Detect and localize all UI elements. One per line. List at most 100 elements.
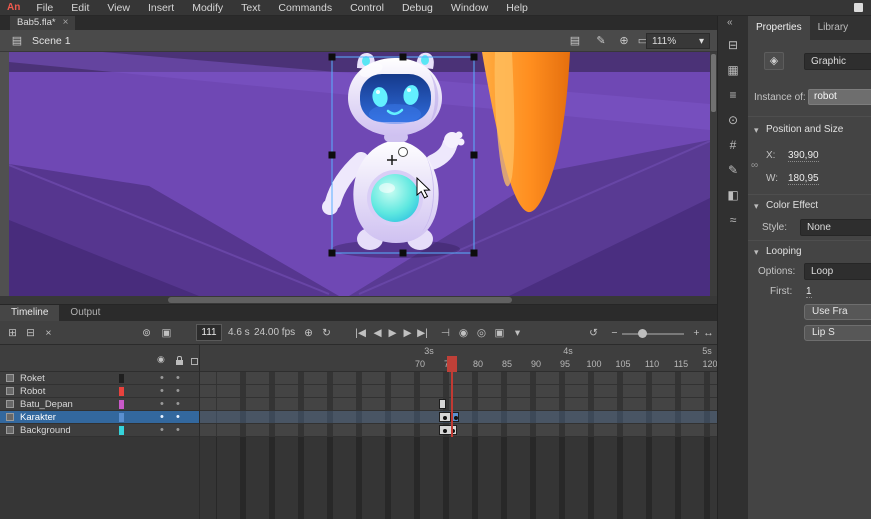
- x-value[interactable]: 390,90: [788, 150, 819, 162]
- playhead-line[interactable]: [451, 372, 453, 437]
- menu-text[interactable]: Text: [232, 0, 269, 16]
- stage-vertical-scrollbar-thumb[interactable]: [711, 54, 716, 112]
- stage-pasteboard[interactable]: [0, 52, 717, 296]
- dock-properties-icon[interactable]: ⊟: [724, 36, 742, 54]
- style-dropdown[interactable]: None: [800, 219, 871, 236]
- menu-control[interactable]: Control: [341, 0, 393, 16]
- menu-edit[interactable]: Edit: [62, 0, 98, 16]
- center-stage-icon[interactable]: ⊕: [615, 33, 633, 49]
- edit-scene-icon[interactable]: ▤: [566, 33, 584, 49]
- layer-row-batu-depan[interactable]: Batu_Depan: [0, 398, 199, 411]
- first-frame-value[interactable]: 1: [806, 286, 812, 298]
- timeline-zoom-out-button[interactable]: −: [606, 324, 623, 342]
- onion-markers-button[interactable]: ⊣: [437, 324, 454, 342]
- onion-outline-button[interactable]: ◎: [473, 324, 490, 342]
- layer-lock-dot[interactable]: [176, 411, 180, 424]
- document-tab-close-icon[interactable]: ×: [63, 16, 69, 30]
- timeline-ruler[interactable]: 3s 4s 5s 6s 70 75 80 85 90 95 100 105 11…: [200, 345, 717, 372]
- menu-debug[interactable]: Debug: [393, 0, 442, 16]
- layer-visibility-dot[interactable]: [160, 372, 164, 385]
- tab-timeline[interactable]: Timeline: [0, 305, 59, 321]
- layer-color-swatch[interactable]: [119, 400, 124, 409]
- frames-row-robot[interactable]: [200, 385, 717, 398]
- menu-commands[interactable]: Commands: [269, 0, 341, 16]
- dock-align-icon[interactable]: ≡: [724, 86, 742, 104]
- add-camera-button[interactable]: ⊚: [138, 324, 155, 342]
- link-proportions-icon[interactable]: ∞: [751, 160, 758, 171]
- outline-color-icon[interactable]: [191, 358, 198, 365]
- timeline-zoom-slider-thumb[interactable]: [638, 329, 647, 338]
- keyframe-marker[interactable]: [439, 425, 457, 435]
- layer-color-swatch[interactable]: [119, 387, 124, 396]
- dock-brush-icon[interactable]: ✎: [724, 161, 742, 179]
- layer-lock-dot[interactable]: [176, 372, 180, 385]
- lip-sync-button[interactable]: Lip S: [804, 325, 871, 341]
- reset-timeline-zoom-button[interactable]: ↺: [585, 324, 602, 342]
- instance-name-field[interactable]: robot: [808, 89, 871, 105]
- new-folder-button[interactable]: ⊟: [22, 324, 39, 342]
- tab-output[interactable]: Output: [59, 305, 111, 321]
- tab-library[interactable]: Library: [810, 16, 857, 40]
- layer-color-swatch[interactable]: [119, 426, 124, 435]
- stage-horizontal-scrollbar-thumb[interactable]: [168, 297, 512, 303]
- layer-lock-dot[interactable]: [176, 385, 180, 398]
- layer-color-swatch[interactable]: [119, 374, 124, 383]
- loop-button[interactable]: ↻: [318, 324, 335, 342]
- menu-insert[interactable]: Insert: [139, 0, 183, 16]
- layer-visibility-dot[interactable]: [160, 398, 164, 411]
- collapse-panels-icon[interactable]: «: [727, 17, 733, 28]
- delete-layer-button[interactable]: ×: [40, 324, 57, 342]
- dock-swatches-icon[interactable]: ◧: [724, 186, 742, 204]
- frames-row-background[interactable]: [200, 424, 717, 437]
- layer-lock-dot[interactable]: [176, 398, 180, 411]
- window-control-icon[interactable]: [854, 3, 863, 12]
- current-frame-field[interactable]: 111: [196, 324, 222, 341]
- layer-lock-dot[interactable]: [176, 424, 180, 437]
- tab-properties[interactable]: Properties: [748, 16, 810, 40]
- layer-visibility-dot[interactable]: [160, 424, 164, 437]
- dock-info-icon[interactable]: ⊙: [724, 111, 742, 129]
- go-to-first-frame-button[interactable]: |◀: [352, 324, 369, 342]
- lock-icon[interactable]: [176, 360, 183, 365]
- layer-row-roket[interactable]: Roket: [0, 372, 199, 385]
- layer-color-swatch[interactable]: [119, 413, 124, 422]
- loop-options-dropdown[interactable]: Loop: [804, 263, 871, 280]
- keyframe-marker-selected[interactable]: [452, 412, 459, 422]
- menu-modify[interactable]: Modify: [183, 0, 232, 16]
- transform-point[interactable]: [399, 148, 408, 157]
- stage-horizontal-scrollbar[interactable]: [0, 296, 717, 304]
- new-layer-button[interactable]: ⊞: [4, 324, 21, 342]
- edit-multiple-frames-button[interactable]: ▣: [491, 324, 508, 342]
- menu-file[interactable]: File: [27, 0, 62, 16]
- frame-rate-readout[interactable]: 24.00 fps: [254, 327, 295, 338]
- fit-timeline-button[interactable]: ↔: [700, 324, 717, 342]
- keyframe-marker[interactable]: [439, 412, 451, 422]
- layer-visibility-dot[interactable]: [160, 385, 164, 398]
- show-layers-button[interactable]: ▣: [158, 324, 175, 342]
- layer-row-robot[interactable]: Robot: [0, 385, 199, 398]
- menu-view[interactable]: View: [98, 0, 139, 16]
- stage-canvas[interactable]: [9, 52, 710, 296]
- edit-symbols-icon[interactable]: ✎: [592, 33, 610, 49]
- menu-window[interactable]: Window: [442, 0, 497, 16]
- app-logo[interactable]: An: [0, 2, 27, 13]
- use-frame-picker-button[interactable]: Use Fra: [804, 304, 871, 320]
- stage-vertical-scrollbar[interactable]: [710, 52, 717, 296]
- eye-icon[interactable]: ◉: [157, 354, 165, 365]
- center-frame-button[interactable]: ⊕: [300, 324, 317, 342]
- frames-row-roket[interactable]: [200, 372, 717, 385]
- layer-row-karakter[interactable]: Karakter: [0, 411, 199, 424]
- frames-grid[interactable]: [200, 372, 717, 519]
- menu-help[interactable]: Help: [497, 0, 537, 16]
- playhead-handle[interactable]: [447, 356, 457, 372]
- zoom-level-dropdown[interactable]: 111% ▾: [646, 33, 710, 49]
- dock-transform-icon[interactable]: #: [724, 136, 742, 154]
- width-value[interactable]: 180,95: [788, 173, 819, 185]
- keyframe-marker[interactable]: [439, 399, 446, 409]
- frames-row-batu-depan[interactable]: [200, 398, 717, 411]
- layer-visibility-dot[interactable]: [160, 411, 164, 424]
- dock-color-icon[interactable]: ▦: [724, 61, 742, 79]
- dock-motion-icon[interactable]: ≈: [724, 211, 742, 229]
- go-to-last-frame-button[interactable]: ▶|: [414, 324, 431, 342]
- layer-row-background[interactable]: Background: [0, 424, 199, 437]
